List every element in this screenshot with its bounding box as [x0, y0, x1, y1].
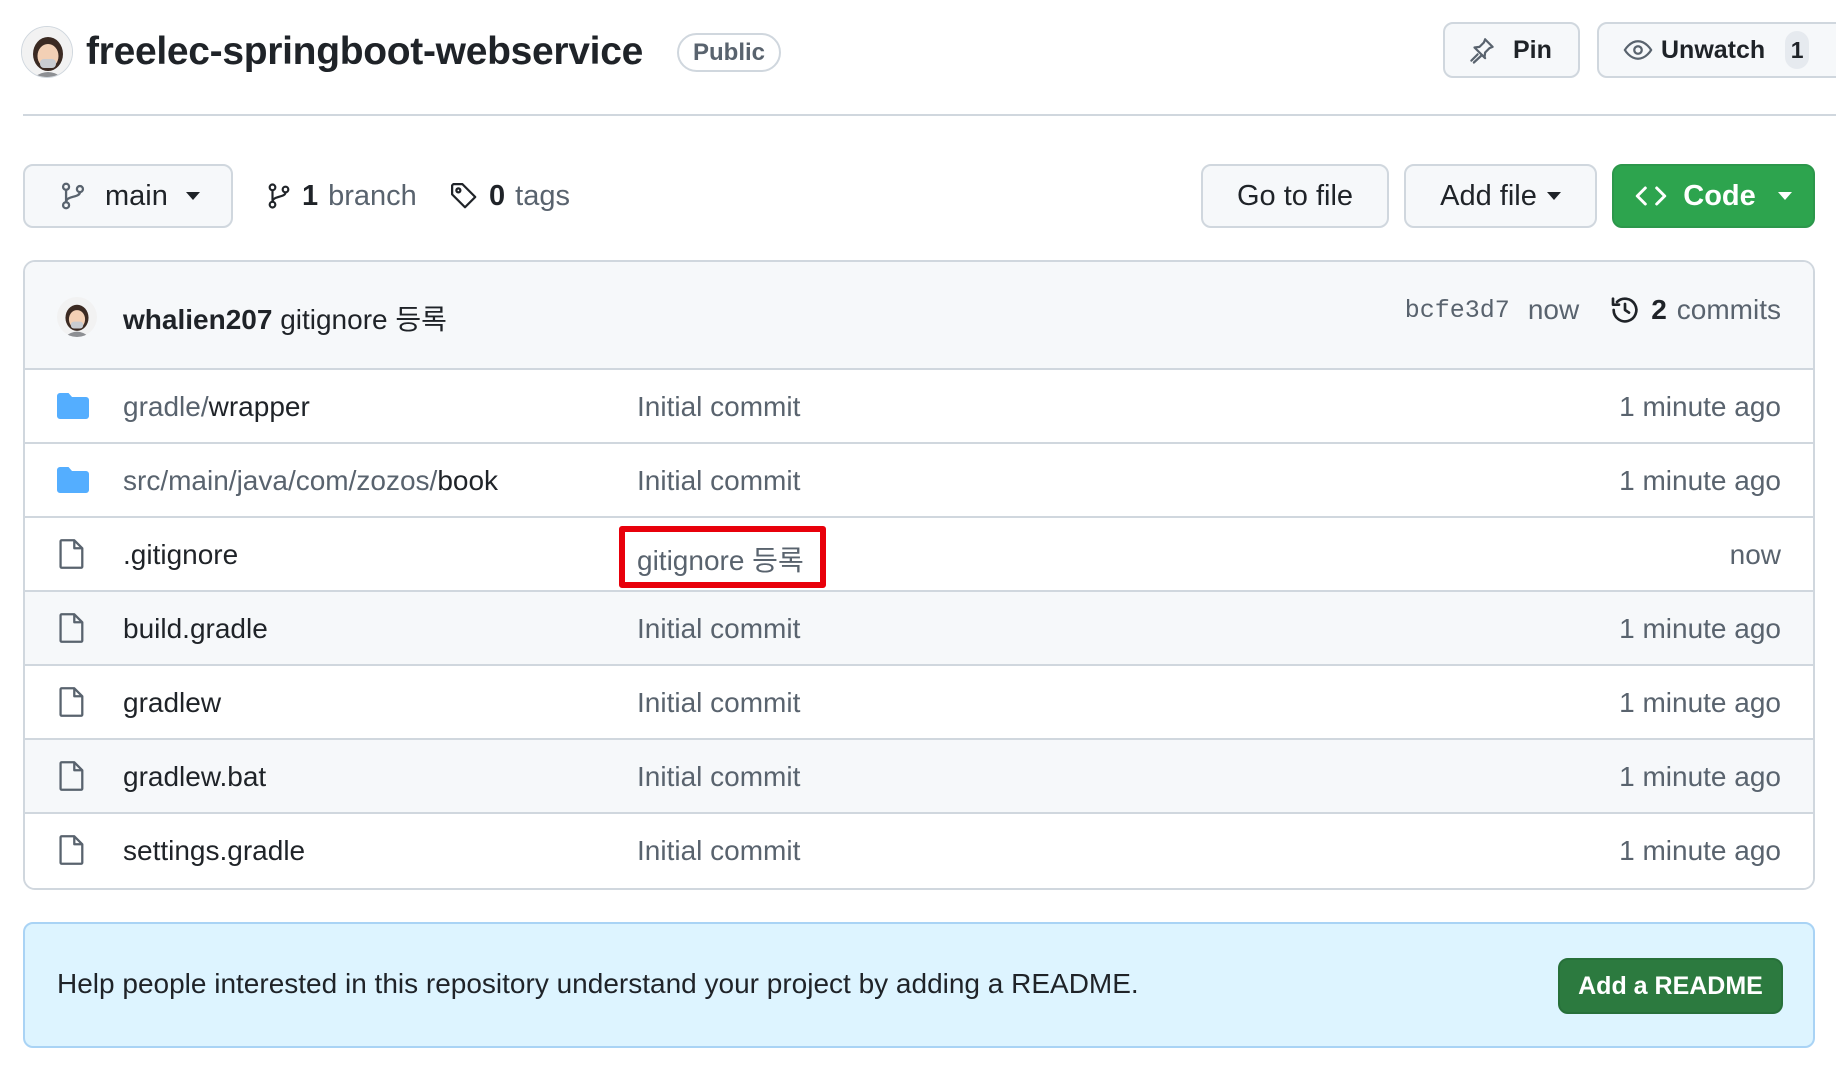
commit-count: 2 [1651, 294, 1667, 325]
code-button[interactable]: Code [1612, 164, 1815, 228]
readme-prompt-text: Help people interested in this repositor… [57, 968, 1139, 999]
file-name-link[interactable]: src/main/java/com/zozos/book [123, 465, 498, 497]
file-name-link[interactable]: gradlew.bat [123, 761, 266, 793]
chevron-down-icon [1777, 192, 1792, 200]
file-row: settings.gradle Initial commit 1 minute ag… [25, 814, 1813, 888]
file-name-link[interactable]: gradle/wrapper [123, 391, 310, 423]
file-commit-age: 1 minute ago [1619, 613, 1781, 644]
go-to-file-button[interactable]: Go to file [1201, 164, 1389, 228]
file-row: gradlew Initial commit 1 minute ago [25, 666, 1813, 740]
commit-message[interactable]: gitignore 등록 [280, 304, 447, 335]
file-icon [58, 834, 86, 866]
watch-count: 1 [1785, 31, 1809, 69]
tag-icon [449, 181, 479, 211]
file-commit-age: 1 minute ago [1619, 835, 1781, 866]
file-browser: whalien207 gitignore 등록 bcfe3d7 now 2 co… [23, 260, 1815, 890]
commit-time: now [1527, 294, 1580, 325]
file-name: settings.gradle [123, 835, 306, 866]
file-commit-age: 1 minute ago [1619, 391, 1781, 422]
unwatch-button[interactable]: Unwatch 1 [1597, 22, 1836, 78]
file-row: build.gradle Initial commit 1 minute ago [25, 592, 1813, 666]
commits-history-link[interactable]: 2 commits [1609, 294, 1781, 326]
file-icon [58, 612, 86, 644]
branch-icon [266, 181, 292, 211]
file-commit-message[interactable]: Initial commit [637, 465, 800, 497]
code-icon [1635, 183, 1667, 209]
file-name: wrapper [208, 391, 310, 422]
file-name: .gitignore [123, 539, 239, 570]
file-name-link[interactable]: settings.gradle [123, 835, 305, 867]
branch-name: main [105, 179, 168, 212]
file-commit-message[interactable]: Initial commit [637, 613, 800, 645]
eye-icon [1623, 35, 1653, 65]
highlight-annotation-box [619, 526, 826, 588]
code-label: Code [1683, 179, 1756, 212]
file-path-prefix: gradle/ [123, 391, 209, 422]
folder-icon [56, 466, 90, 494]
file-commit-message[interactable]: Initial commit [637, 391, 800, 423]
visibility-badge: Public [677, 33, 782, 72]
commit-author[interactable]: whalien207 [123, 304, 272, 335]
file-path-prefix: src/main/java/com/zozos/ [123, 465, 438, 496]
add-file-button[interactable]: Add file [1404, 164, 1597, 228]
readme-banner: Help people interested in this repositor… [23, 922, 1815, 1048]
file-commit-age: 1 minute ago [1619, 687, 1781, 718]
author-avatar[interactable] [57, 297, 97, 337]
commit-count-label: commits [1676, 294, 1781, 325]
add-readme-button[interactable]: Add a README [1558, 958, 1783, 1014]
file-name: build.gradle [123, 613, 268, 644]
file-commit-age: now [1729, 539, 1781, 570]
branch-select-button[interactable]: main [23, 164, 233, 228]
file-commit-message[interactable]: Initial commit [637, 835, 800, 867]
file-name: gradlew.bat [123, 761, 267, 792]
latest-commit-bar: whalien207 gitignore 등록 bcfe3d7 now 2 co… [25, 262, 1813, 370]
file-name: gradlew [123, 687, 222, 718]
unwatch-label: Unwatch [1661, 35, 1766, 64]
file-commit-message[interactable]: Initial commit [637, 761, 800, 793]
file-name-link[interactable]: gradlew [123, 687, 221, 719]
tags-link[interactable]: 0 tags [449, 172, 570, 220]
add-file-label: Add file [1440, 179, 1537, 212]
pin-icon [1467, 35, 1497, 65]
repo-name[interactable]: freelec-springboot-webservice [86, 27, 643, 77]
commit-meta: bcfe3d7 now 2 commits [1405, 294, 1781, 326]
file-name: book [437, 465, 499, 496]
folder-icon [56, 392, 90, 420]
file-name-link[interactable]: .gitignore [123, 539, 238, 571]
header-divider [23, 114, 1836, 116]
tag-count-label: tags [515, 179, 570, 212]
commit-sha[interactable]: bcfe3d7 [1405, 296, 1510, 325]
file-row: gradle/wrapper Initial commit 1 minute ago [25, 370, 1813, 444]
pin-button[interactable]: Pin [1443, 22, 1580, 78]
file-name-link[interactable]: build.gradle [123, 613, 268, 645]
branches-link[interactable]: 1 branch [266, 172, 417, 220]
tag-count: 0 [489, 179, 506, 212]
owner-avatar[interactable] [21, 26, 73, 78]
branch-count: 1 [302, 179, 319, 212]
file-commit-message[interactable]: Initial commit [637, 687, 800, 719]
branch-count-label: branch [328, 179, 417, 212]
file-icon [58, 686, 86, 718]
file-row: .gitignore gitignore 등록 now [25, 518, 1813, 592]
branch-icon [59, 181, 87, 211]
file-commit-age: 1 minute ago [1619, 761, 1781, 792]
file-row: src/main/java/com/zozos/book Initial comm… [25, 444, 1813, 518]
file-icon [58, 760, 86, 792]
pin-label: Pin [1513, 35, 1552, 64]
file-row: gradlew.bat Initial commit 1 minute ago [25, 740, 1813, 814]
chevron-down-icon [1546, 192, 1561, 200]
file-commit-age: 1 minute ago [1619, 465, 1781, 496]
chevron-down-icon [185, 192, 200, 200]
history-icon [1609, 294, 1641, 326]
file-icon [58, 538, 86, 570]
latest-commit-message: whalien207 gitignore 등록 [123, 298, 447, 338]
